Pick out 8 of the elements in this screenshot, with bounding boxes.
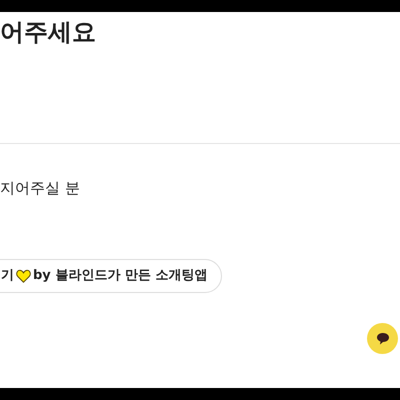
subtitle: 지어주실 분 xyxy=(0,178,80,199)
chat-button[interactable] xyxy=(367,323,398,354)
heart-icon xyxy=(16,269,31,283)
app-banner-link[interactable]: 기 by 블라인드가 만든 소개팅앱 xyxy=(0,259,222,293)
speech-bubble-icon xyxy=(376,332,390,345)
banner-text: by 블라인드가 만든 소개팅앱 xyxy=(33,267,208,286)
page-heading: 어주세요 xyxy=(0,17,96,47)
banner-lead: 기 xyxy=(1,267,14,286)
